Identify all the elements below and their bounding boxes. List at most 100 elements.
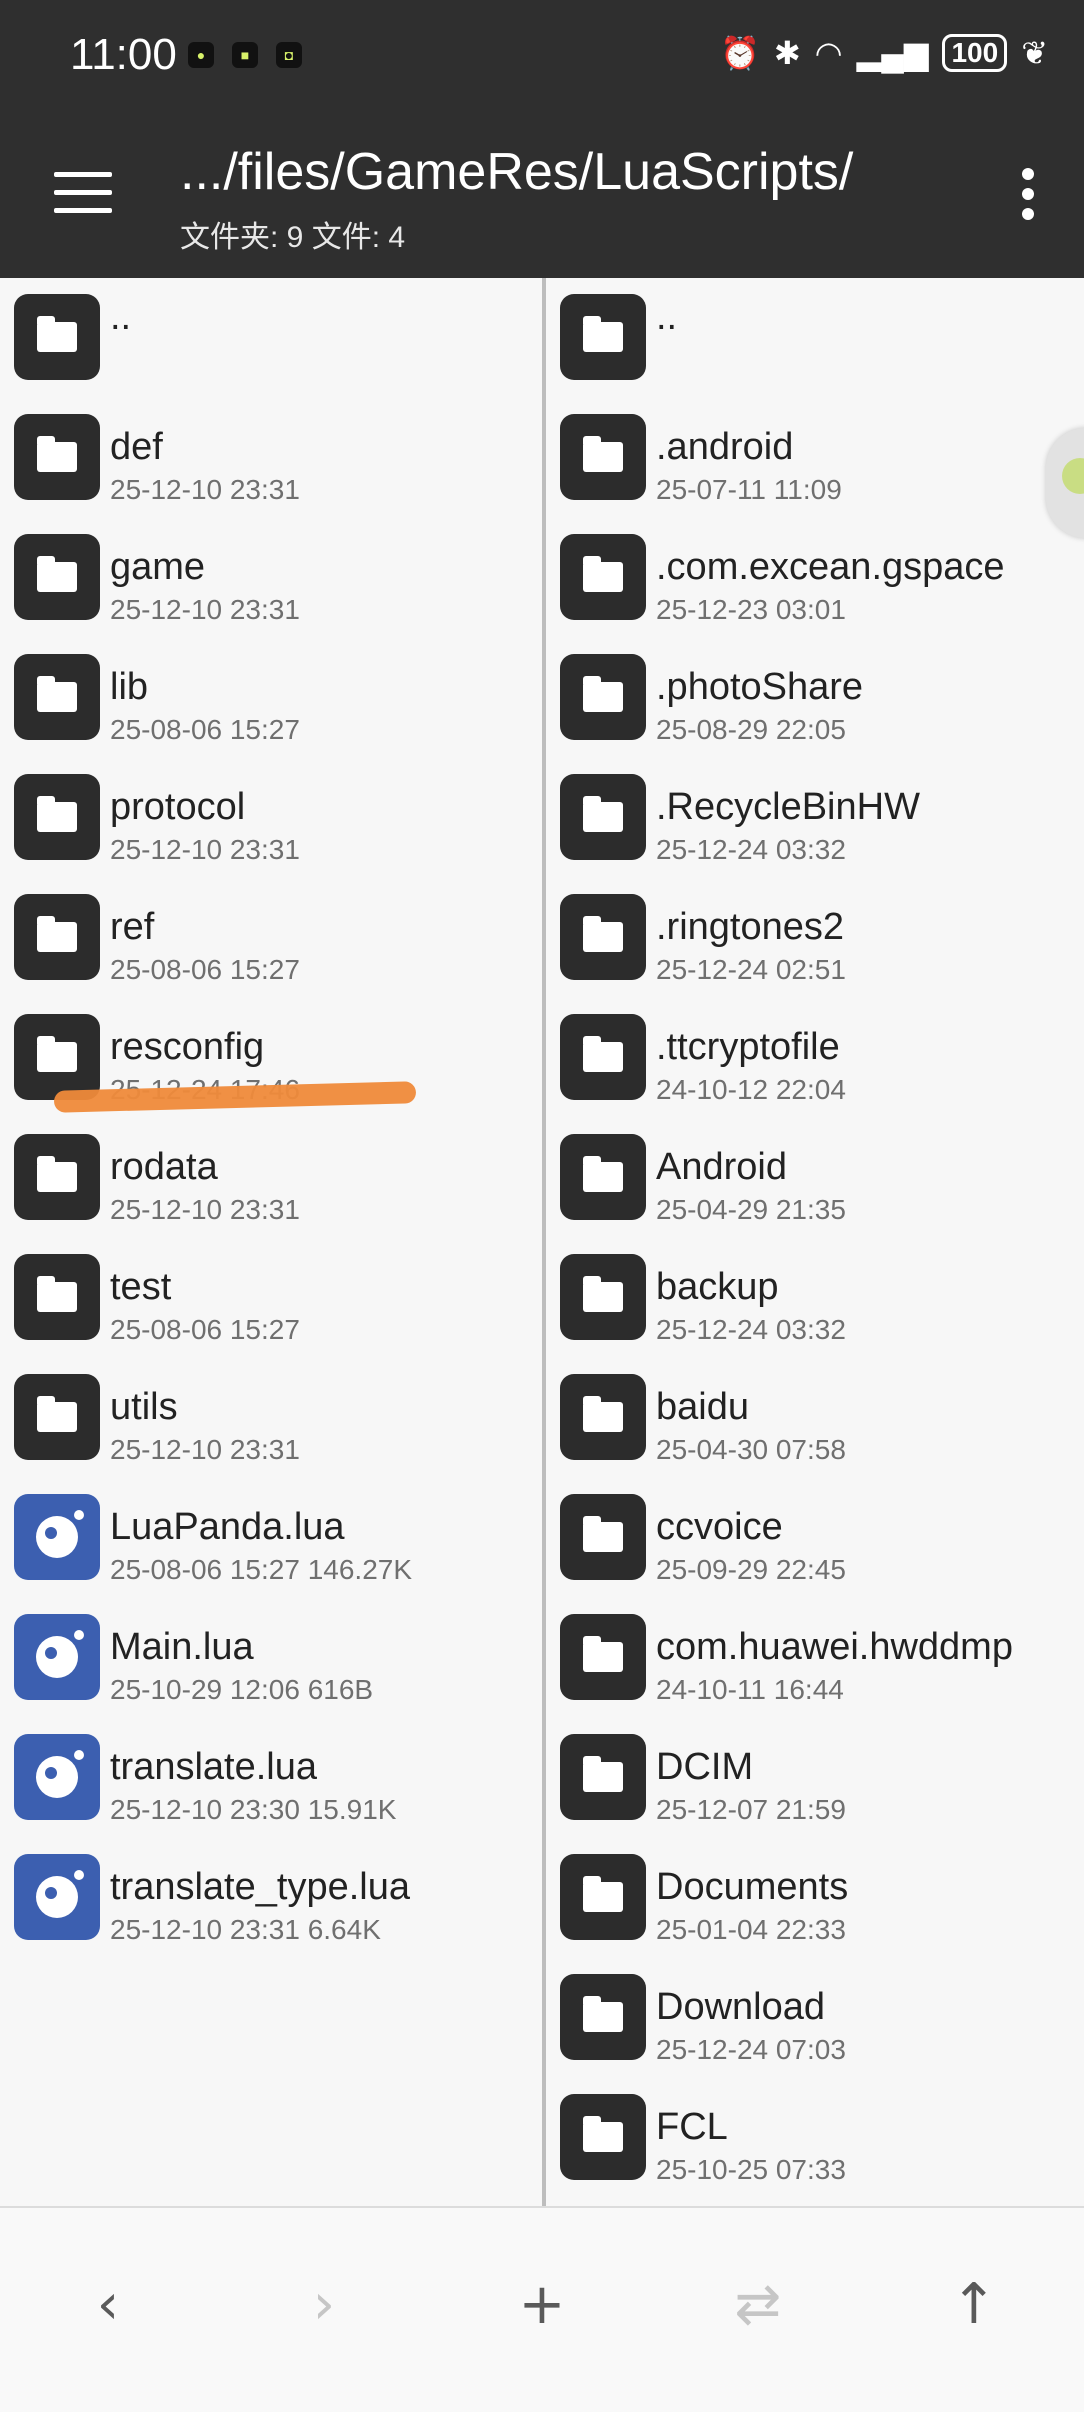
folder-item[interactable]: .com.excean.gspace 25-12-23 03:01 xyxy=(546,518,1084,638)
file-item[interactable]: translate.lua 25-12-10 23:30 15.91K xyxy=(0,1718,542,1838)
item-name: translate.lua xyxy=(110,1746,318,1788)
item-name: rodata xyxy=(110,1146,218,1188)
item-name: .. xyxy=(656,296,678,338)
folder-icon xyxy=(14,414,100,500)
folder-icon xyxy=(14,1134,100,1220)
folder-icon xyxy=(14,774,100,860)
folder-item[interactable]: Documents 25-01-04 22:33 xyxy=(546,1838,1084,1958)
folder-item[interactable]: ccvoice 25-09-29 22:45 xyxy=(546,1478,1084,1598)
folder-item[interactable]: DCIM 25-12-07 21:59 xyxy=(546,1718,1084,1838)
item-name: FCL xyxy=(656,2106,728,2148)
file-item[interactable]: translate_type.lua 25-12-10 23:31 6.64K xyxy=(0,1838,542,1958)
folder-item[interactable]: Download 25-12-24 07:03 xyxy=(546,1958,1084,2078)
right-file-pane[interactable]: .. .android 25-07-11 11:09 .com.excean.gspa… xyxy=(546,278,1084,2206)
signal-icon: ▂▄▆ xyxy=(856,35,929,71)
folder-item[interactable]: FCL 25-10-25 07:33 xyxy=(546,2078,1084,2198)
alarm-icon: ⏰ xyxy=(720,35,760,71)
add-button[interactable]: + xyxy=(502,2264,582,2344)
folder-icon xyxy=(560,1494,646,1580)
left-file-pane[interactable]: .. def 25-12-10 23:31 game 25-12-10 23:31 lib… xyxy=(0,278,542,2206)
folder-icon xyxy=(560,774,646,860)
item-name: test xyxy=(110,1266,172,1308)
item-meta: 25-07-11 11:09 xyxy=(656,474,842,505)
folder-icon xyxy=(560,414,646,500)
file-item[interactable]: Main.lua 25-10-29 12:06 616B xyxy=(0,1598,542,1718)
item-name: LuaPanda.lua xyxy=(110,1506,345,1548)
folder-item[interactable]: test 25-08-06 15:27 xyxy=(0,1238,542,1358)
back-button[interactable]: ‹ xyxy=(68,2264,148,2344)
item-name: com.huawei.hwddmp xyxy=(656,1626,1013,1668)
up-directory-button[interactable]: ↑ xyxy=(934,2264,1014,2344)
system-status: ⏰ ✱ ◠ ▂▄▆ 100 ❦ xyxy=(720,34,1048,72)
item-name: backup xyxy=(656,1266,779,1308)
file-item[interactable]: LuaPanda.lua 25-08-06 15:27 146.27K xyxy=(0,1478,542,1598)
item-name: ref xyxy=(110,906,155,948)
folder-item[interactable]: game 25-12-10 23:31 xyxy=(0,518,542,638)
folder-item[interactable]: def 25-12-10 23:31 xyxy=(0,398,542,518)
lua-file-icon xyxy=(14,1494,100,1580)
folder-icon xyxy=(14,654,100,740)
item-meta: 25-12-10 23:30 15.91K xyxy=(110,1794,397,1825)
folder-item[interactable]: .RecycleBinHW 25-12-24 03:32 xyxy=(546,758,1084,878)
folder-item[interactable]: .. xyxy=(546,278,1084,398)
folder-icon xyxy=(14,894,100,980)
menu-icon[interactable] xyxy=(54,172,112,214)
lua-file-icon xyxy=(14,1854,100,1940)
folder-icon xyxy=(560,294,646,380)
folder-item[interactable]: .ringtones2 25-12-24 02:51 xyxy=(546,878,1084,998)
item-meta: 25-12-23 03:01 xyxy=(656,594,846,625)
notification-icons: ● ■ ◘ xyxy=(188,42,302,68)
folder-item[interactable]: rodata 25-12-10 23:31 xyxy=(0,1118,542,1238)
item-meta: 25-12-24 03:32 xyxy=(656,834,846,865)
leaf-icon: ❦ xyxy=(1021,35,1048,71)
forward-button[interactable]: › xyxy=(284,2264,364,2344)
item-meta: 25-08-29 22:05 xyxy=(656,714,846,745)
lua-file-icon xyxy=(14,1734,100,1820)
folder-item[interactable]: backup 25-12-24 03:32 xyxy=(546,1238,1084,1358)
item-name: baidu xyxy=(656,1386,749,1428)
item-name: resconfig xyxy=(110,1026,265,1068)
item-meta: 25-08-06 15:27 xyxy=(110,954,300,985)
folder-item[interactable]: .. xyxy=(0,278,542,398)
item-meta: 25-12-24 03:32 xyxy=(656,1314,846,1345)
more-options-icon[interactable] xyxy=(1020,168,1036,220)
folder-icon xyxy=(560,1974,646,2060)
item-meta: 25-12-10 23:31 xyxy=(110,474,300,505)
item-name: Download xyxy=(656,1986,825,2028)
bottom-toolbar: ‹ › + ⇄ ↑ xyxy=(0,2206,1084,2412)
item-meta: 25-04-29 21:35 xyxy=(656,1194,846,1225)
folder-item[interactable]: ref 25-08-06 15:27 xyxy=(0,878,542,998)
item-meta: 25-12-24 02:51 xyxy=(656,954,846,985)
folder-item[interactable]: .ttcryptofile 24-10-12 22:04 xyxy=(546,998,1084,1118)
folder-icon xyxy=(14,534,100,620)
item-name: DCIM xyxy=(656,1746,754,1788)
item-name: .photoShare xyxy=(656,666,864,708)
folder-item[interactable]: baidu 25-04-30 07:58 xyxy=(546,1358,1084,1478)
item-meta: 25-12-10 23:31 xyxy=(110,834,300,865)
folder-item[interactable]: com.huawei.hwddmp 24-10-11 16:44 xyxy=(546,1598,1084,1718)
app-notification-icon: ● xyxy=(188,42,214,68)
item-name: .RecycleBinHW xyxy=(656,786,920,828)
folder-item[interactable]: utils 25-12-10 23:31 xyxy=(0,1358,542,1478)
folder-icon xyxy=(560,894,646,980)
folder-item[interactable]: Android 25-04-29 21:35 xyxy=(546,1118,1084,1238)
item-name: Android xyxy=(656,1146,787,1188)
app-notification-icon-3: ◘ xyxy=(276,42,302,68)
item-meta: 25-12-10 23:31 xyxy=(110,1434,300,1465)
item-meta: 25-08-06 15:27 xyxy=(110,1314,300,1345)
wifi-icon: ◠ xyxy=(814,35,843,71)
folder-item[interactable]: .android 25-07-11 11:09 xyxy=(546,398,1084,518)
folder-item[interactable]: protocol 25-12-10 23:31 xyxy=(0,758,542,878)
folder-item[interactable]: lib 25-08-06 15:27 xyxy=(0,638,542,758)
item-name: ccvoice xyxy=(656,1506,783,1548)
folder-icon xyxy=(560,1614,646,1700)
item-meta: 25-08-06 15:27 xyxy=(110,714,300,745)
clock: 11:00 xyxy=(70,30,177,79)
item-meta: 25-09-29 22:45 xyxy=(656,1554,846,1585)
swap-panes-button[interactable]: ⇄ xyxy=(718,2264,798,2344)
folder-icon xyxy=(560,1254,646,1340)
folder-item[interactable]: .photoShare 25-08-29 22:05 xyxy=(546,638,1084,758)
app-header: 11:00 ● ■ ◘ ⏰ ✱ ◠ ▂▄▆ 100 ❦ .../files/Ga… xyxy=(0,0,1084,278)
item-meta: 25-12-10 23:31 xyxy=(110,1194,300,1225)
folder-icon xyxy=(14,1014,100,1100)
